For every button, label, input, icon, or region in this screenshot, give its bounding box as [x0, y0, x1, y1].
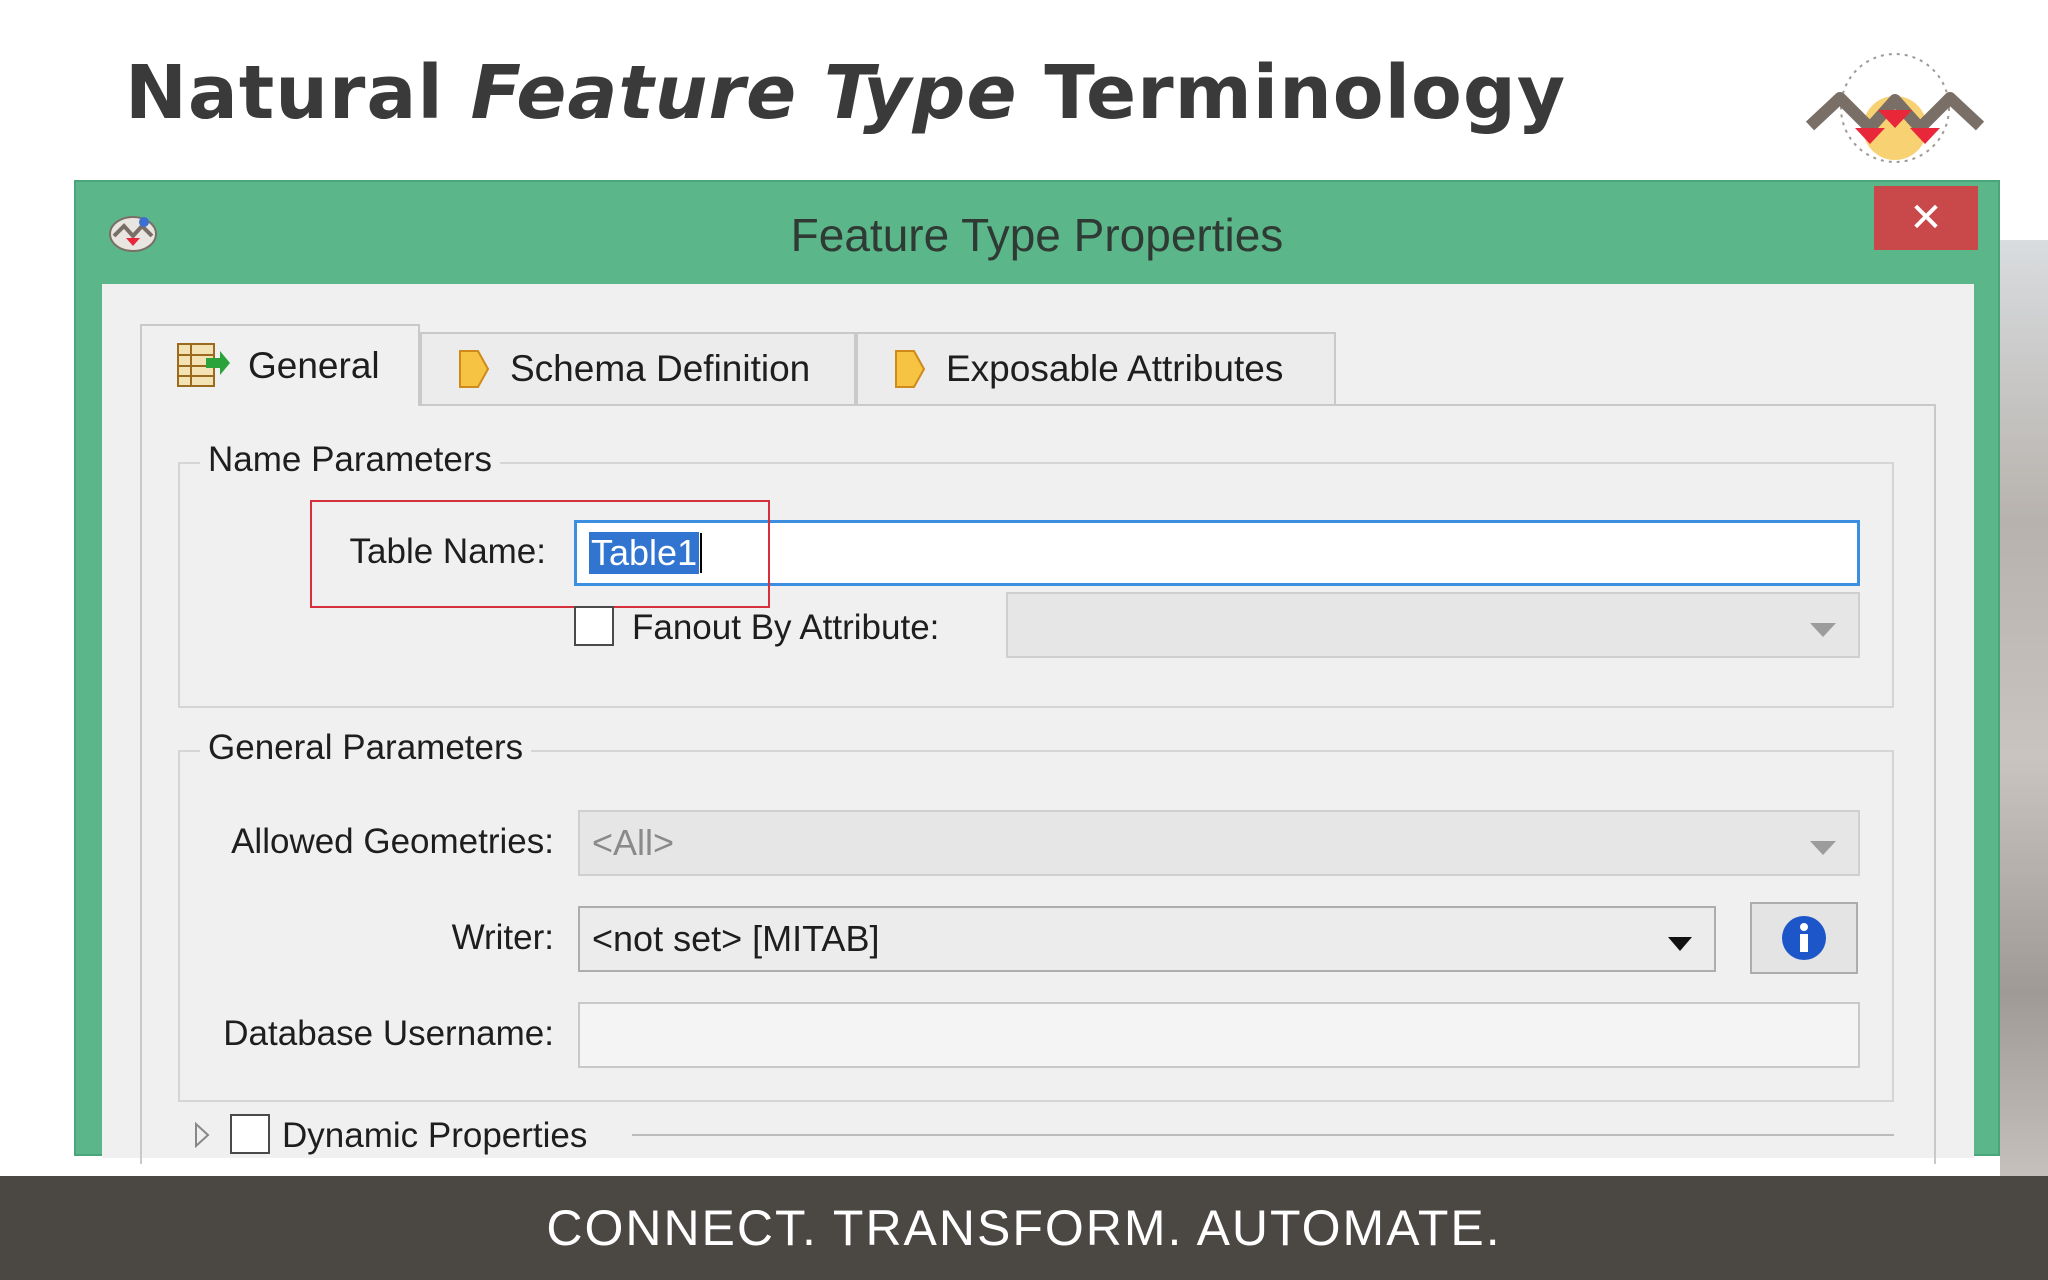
table-name-value: Table1	[589, 532, 700, 574]
allowed-geometries-select[interactable]: <All>	[578, 810, 1860, 876]
table-name-input[interactable]: Table1	[574, 520, 1860, 586]
slide-title: Natural Feature Type Terminology	[125, 50, 1566, 136]
tab-schema-definition-label: Schema Definition	[510, 348, 811, 389]
slide-title-plain: Natural	[125, 50, 444, 136]
close-button[interactable]: ✕	[1874, 186, 1978, 250]
window-title: Feature Type Properties	[790, 209, 1284, 261]
fanout-attribute-select[interactable]	[1006, 592, 1860, 658]
table-name-label: Table Name:	[349, 532, 546, 571]
writer-label: Writer:	[451, 918, 554, 957]
slide-footer: CONNECT. TRANSFORM. AUTOMATE.	[0, 1176, 2048, 1280]
dialog-client-area: General Schema Definition Exposable Attr…	[102, 284, 1974, 1164]
tab-schema-definition[interactable]: Schema Definition	[420, 332, 856, 404]
table-arrow-icon	[176, 340, 230, 392]
chevron-down-icon	[1810, 604, 1836, 646]
tab-general-label: General	[248, 345, 380, 386]
tab-exposable-attributes-label: Exposable Attributes	[946, 348, 1284, 389]
database-username-label: Database Username:	[223, 1014, 554, 1053]
dynamic-properties-label: Dynamic Properties	[282, 1116, 588, 1155]
tag-icon	[892, 347, 928, 391]
name-parameters-label: Name Parameters	[200, 440, 500, 480]
expand-triangle-icon[interactable]	[194, 1121, 210, 1153]
writer-value: <not set> [MITAB]	[592, 918, 880, 959]
general-parameters-group: General Parameters Allowed Geometries: <…	[178, 728, 1894, 1102]
text-caret	[700, 533, 703, 573]
tag-icon	[456, 347, 492, 391]
general-parameters-label: General Parameters	[200, 728, 532, 768]
tab-general[interactable]: General	[140, 324, 420, 406]
fanout-checkbox[interactable]	[574, 606, 614, 646]
feature-type-properties-dialog: Feature Type Properties ✕ General Schema…	[74, 180, 2000, 1164]
background-photo	[2000, 240, 2048, 1180]
slide-title-italic: Feature Type	[470, 50, 1018, 136]
slide-title-end: Terminology	[1044, 50, 1567, 136]
database-username-input[interactable]	[578, 1002, 1860, 1068]
fme-logo	[1805, 53, 1985, 163]
writer-info-button[interactable]	[1750, 902, 1858, 974]
name-parameters-group: Name Parameters Table Name: Table1 Fanou…	[178, 440, 1894, 708]
general-tab-panel: Name Parameters Table Name: Table1 Fanou…	[140, 404, 1936, 1164]
fanout-label: Fanout By Attribute:	[632, 608, 940, 647]
title-bar[interactable]: Feature Type Properties ✕	[76, 182, 1998, 284]
chevron-down-icon	[1810, 822, 1836, 864]
allowed-geometries-label: Allowed Geometries:	[231, 822, 554, 861]
writer-select[interactable]: <not set> [MITAB]	[578, 906, 1716, 972]
allowed-geometries-value: <All>	[592, 822, 675, 863]
info-icon	[1782, 916, 1826, 960]
dynamic-properties-checkbox[interactable]	[230, 1114, 270, 1154]
tab-exposable-attributes[interactable]: Exposable Attributes	[856, 332, 1336, 404]
chevron-down-icon	[1668, 918, 1692, 960]
close-icon: ✕	[1909, 196, 1943, 240]
dynamic-properties-divider	[632, 1134, 1894, 1136]
